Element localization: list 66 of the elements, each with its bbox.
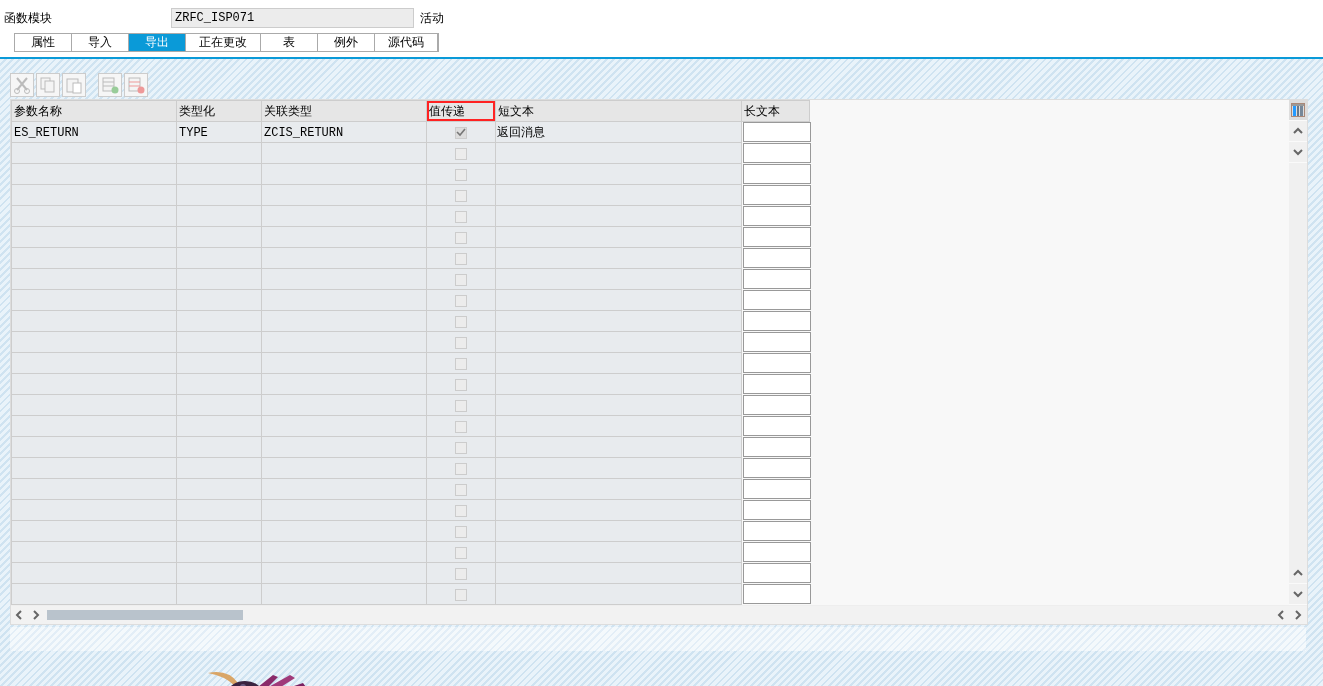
insert-row-icon[interactable] <box>98 73 122 97</box>
scrollbar-thumb[interactable] <box>47 610 243 620</box>
long-text-field[interactable] <box>743 248 811 268</box>
table-cell-text: ES_RETURN <box>13 125 79 140</box>
long-text-field[interactable] <box>743 311 811 331</box>
copy-icon[interactable] <box>36 73 60 97</box>
long-text-field[interactable] <box>743 500 811 520</box>
long-text-field[interactable] <box>743 353 811 373</box>
checkbox[interactable] <box>455 273 467 286</box>
long-text-field[interactable] <box>743 416 811 436</box>
checkbox[interactable] <box>455 483 467 496</box>
checkbox[interactable] <box>455 399 467 412</box>
checkbox[interactable] <box>455 567 467 580</box>
long-text-field[interactable] <box>743 206 811 226</box>
column-header: 值传递 <box>426 100 496 122</box>
checkbox[interactable] <box>455 126 467 139</box>
checkbox[interactable] <box>455 546 467 559</box>
cut-icon[interactable] <box>10 73 34 97</box>
long-text-field[interactable] <box>743 374 811 394</box>
column-header: 关联类型 <box>261 100 427 122</box>
column-layout-icon[interactable] <box>1289 100 1307 121</box>
column-header: 长文本 <box>741 100 810 122</box>
long-text-field[interactable] <box>743 185 811 205</box>
checkbox[interactable] <box>455 420 467 433</box>
column-header: 参数名称 <box>11 100 177 122</box>
checkbox[interactable] <box>455 147 467 160</box>
long-text-field[interactable] <box>743 563 811 583</box>
checkbox[interactable] <box>455 462 467 475</box>
long-text-field[interactable] <box>743 164 811 184</box>
table-cell: 返回消息 <box>496 124 545 139</box>
long-text-field[interactable] <box>743 521 811 541</box>
long-text-field[interactable] <box>743 437 811 457</box>
table-cell-text: TYPE <box>178 125 208 140</box>
long-text-field[interactable] <box>743 584 811 604</box>
long-text-field[interactable] <box>743 332 811 352</box>
checkbox[interactable] <box>455 252 467 265</box>
checkbox[interactable] <box>455 441 467 454</box>
checkbox[interactable] <box>455 378 467 391</box>
long-text-field[interactable] <box>743 479 811 499</box>
checkbox[interactable] <box>455 336 467 349</box>
delete-row-icon[interactable] <box>124 73 148 97</box>
column-header: 类型化 <box>176 100 262 122</box>
checkbox[interactable] <box>455 294 467 307</box>
long-text-field[interactable] <box>743 122 811 143</box>
long-text-field[interactable] <box>743 269 811 289</box>
table-cell-text: ZCIS_RETURN <box>263 125 344 140</box>
paste-icon[interactable] <box>62 73 86 97</box>
long-text-field[interactable] <box>743 458 811 478</box>
column-header: 短文本 <box>495 100 742 122</box>
long-text-field[interactable] <box>743 395 811 415</box>
checkbox[interactable] <box>455 504 467 517</box>
checkbox[interactable] <box>455 315 467 328</box>
long-text-field[interactable] <box>743 227 811 247</box>
long-text-field[interactable] <box>743 143 811 163</box>
long-text-field[interactable] <box>743 290 811 310</box>
checkbox[interactable] <box>455 210 467 223</box>
long-text-field[interactable] <box>743 542 811 562</box>
field-label: 函数模块 <box>4 9 53 27</box>
checkbox[interactable] <box>455 189 467 202</box>
checkbox[interactable] <box>455 168 467 181</box>
checkbox[interactable] <box>455 357 467 370</box>
status-text: 活动 <box>420 9 444 27</box>
function-module-field[interactable]: ZRFC_ISP071 <box>171 8 414 28</box>
checkbox[interactable] <box>455 588 467 601</box>
checkbox[interactable] <box>455 525 467 538</box>
checkbox[interactable] <box>455 231 467 244</box>
